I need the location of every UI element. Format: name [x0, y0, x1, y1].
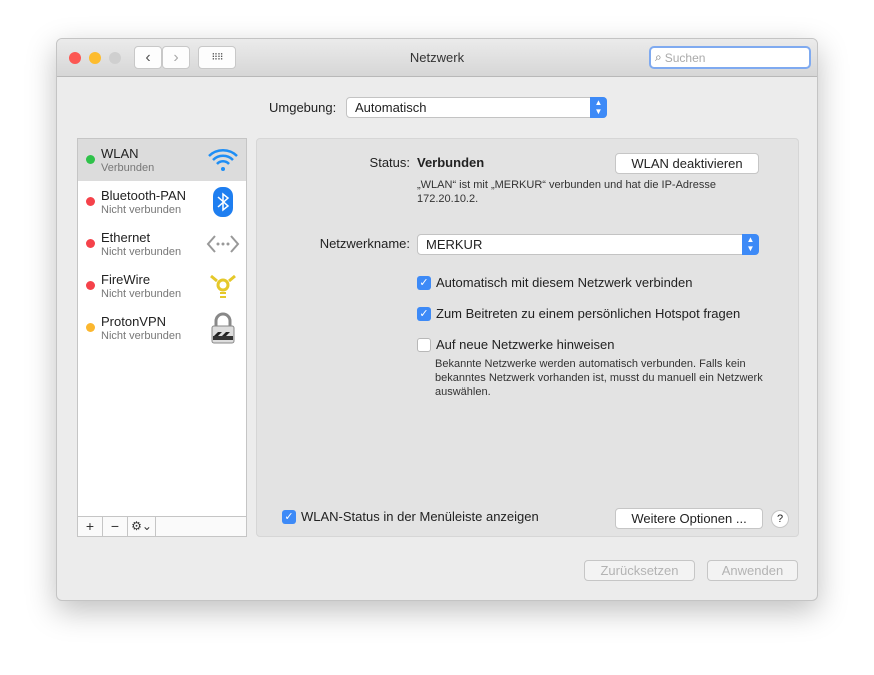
- title-bar: ‹ › ⠿⠿ Netzwerk ⌕ Suchen: [57, 39, 817, 77]
- hint-line: Bekannte Netzwerke werden automatisch ve…: [435, 358, 746, 370]
- bluetooth-icon: [206, 187, 240, 217]
- network-name-value: MERKUR: [426, 237, 483, 252]
- remove-service-button[interactable]: −: [103, 517, 128, 536]
- status-value: Verbunden: [417, 155, 485, 170]
- status-label: Status:: [369, 155, 410, 170]
- service-status: Nicht verbunden: [101, 204, 182, 216]
- ethernet-icon: [206, 229, 240, 259]
- search-icon: ⌕: [655, 50, 662, 64]
- service-list-toolbar: + − ⚙⌄: [78, 516, 246, 536]
- status-description: „WLAN“ ist mit „MERKUR“ verbunden und ha…: [417, 178, 716, 206]
- service-name: Bluetooth-PAN: [101, 188, 187, 203]
- gear-menu-button[interactable]: ⚙⌄: [128, 517, 156, 536]
- service-status: Verbunden: [101, 162, 155, 174]
- search-placeholder: Suchen: [664, 50, 706, 65]
- vpn-lock-icon: [206, 312, 240, 344]
- network-name-select[interactable]: MERKUR ▲ ▼: [417, 234, 759, 255]
- service-item-bluetooth-pan[interactable]: Bluetooth-PAN Nicht verbunden: [78, 181, 246, 223]
- hint-line: bekanntes Netzwerk vorhanden ist, musst …: [435, 372, 763, 384]
- service-status: Nicht verbunden: [101, 288, 182, 300]
- status-dot: [86, 197, 95, 206]
- location-value: Automatisch: [355, 100, 427, 115]
- revert-button[interactable]: Zurücksetzen: [584, 560, 695, 581]
- hint-line: auswählen.: [435, 386, 491, 398]
- service-item-ethernet[interactable]: Ethernet Nicht verbunden: [78, 223, 246, 265]
- option-checkbox[interactable]: ✓ Automatisch mit diesem Netzwerk verbind…: [417, 275, 740, 290]
- status-dot: [86, 323, 95, 332]
- status-dot: [86, 155, 95, 164]
- checkmark-icon: ✓: [417, 275, 431, 290]
- option-label: Auf neue Netzwerke hinweisen: [436, 337, 615, 352]
- status-dot: [86, 281, 95, 290]
- wlan-detail-panel: Status: Verbunden WLAN deaktivieren „WLA…: [256, 138, 799, 537]
- options-checkboxes: ✓ Automatisch mit diesem Netzwerk verbind…: [417, 275, 740, 352]
- service-name: Ethernet: [101, 230, 151, 245]
- service-item-wlan[interactable]: WLAN Verbunden: [78, 139, 246, 181]
- network-preferences-window: ‹ › ⠿⠿ Netzwerk ⌕ Suchen Umgebung: Automa…: [56, 38, 818, 601]
- add-service-button[interactable]: +: [78, 517, 103, 536]
- status-desc-line: 172.20.10.2.: [417, 193, 479, 205]
- service-item-firewire[interactable]: FireWire Nicht verbunden: [78, 265, 246, 307]
- option-label: Zum Beitreten zu einem persönlichen Hots…: [436, 306, 741, 321]
- apply-button[interactable]: Anwenden: [707, 560, 798, 581]
- help-button[interactable]: ?: [771, 510, 789, 528]
- location-label: Umgebung:: [269, 100, 337, 115]
- option-label: Automatisch mit diesem Netzwerk verbinde…: [436, 275, 693, 290]
- hint-text: Bekannte Netzwerke werden automatisch ve…: [435, 357, 763, 399]
- service-list: WLAN Verbunden Bluetooth-PAN Nicht verbunde…: [77, 138, 247, 537]
- checkmark-icon: ✓: [282, 509, 296, 524]
- network-name-label: Netzwerkname:: [319, 236, 410, 251]
- service-item-protonvpn[interactable]: ProtonVPN Nicht verbunden: [78, 307, 246, 349]
- checkmark-icon: ✓: [417, 306, 431, 321]
- menubar-status-label: WLAN-Status in der Menüleiste anzeigen: [301, 509, 539, 524]
- wlan-toggle-button[interactable]: WLAN deaktivieren: [615, 153, 759, 174]
- menubar-status-checkbox[interactable]: ✓ WLAN-Status in der Menüleiste anzeigen: [282, 509, 539, 524]
- firewire-icon: [206, 271, 240, 301]
- service-status: Nicht verbunden: [101, 330, 182, 342]
- checkbox-empty-icon: [417, 337, 431, 352]
- service-name: FireWire: [101, 272, 151, 287]
- status-dot: [86, 239, 95, 248]
- service-name: WLAN: [101, 146, 139, 161]
- option-checkbox[interactable]: Auf neue Netzwerke hinweisen: [417, 337, 740, 352]
- advanced-options-button[interactable]: Weitere Optionen ...: [615, 508, 763, 529]
- option-checkbox[interactable]: ✓ Zum Beitreten zu einem persönlichen Hot…: [417, 306, 740, 321]
- updown-chevron-icon: ▲ ▼: [742, 234, 759, 255]
- status-desc-line: „WLAN“ ist mit „MERKUR“ verbunden und ha…: [417, 179, 716, 191]
- search-input[interactable]: ⌕ Suchen: [649, 46, 811, 69]
- location-select[interactable]: Automatisch ▲ ▼: [346, 97, 607, 118]
- wifi-icon: [206, 145, 240, 175]
- service-name: ProtonVPN: [101, 314, 167, 329]
- service-status: Nicht verbunden: [101, 246, 182, 258]
- updown-chevron-icon: ▲ ▼: [590, 97, 607, 118]
